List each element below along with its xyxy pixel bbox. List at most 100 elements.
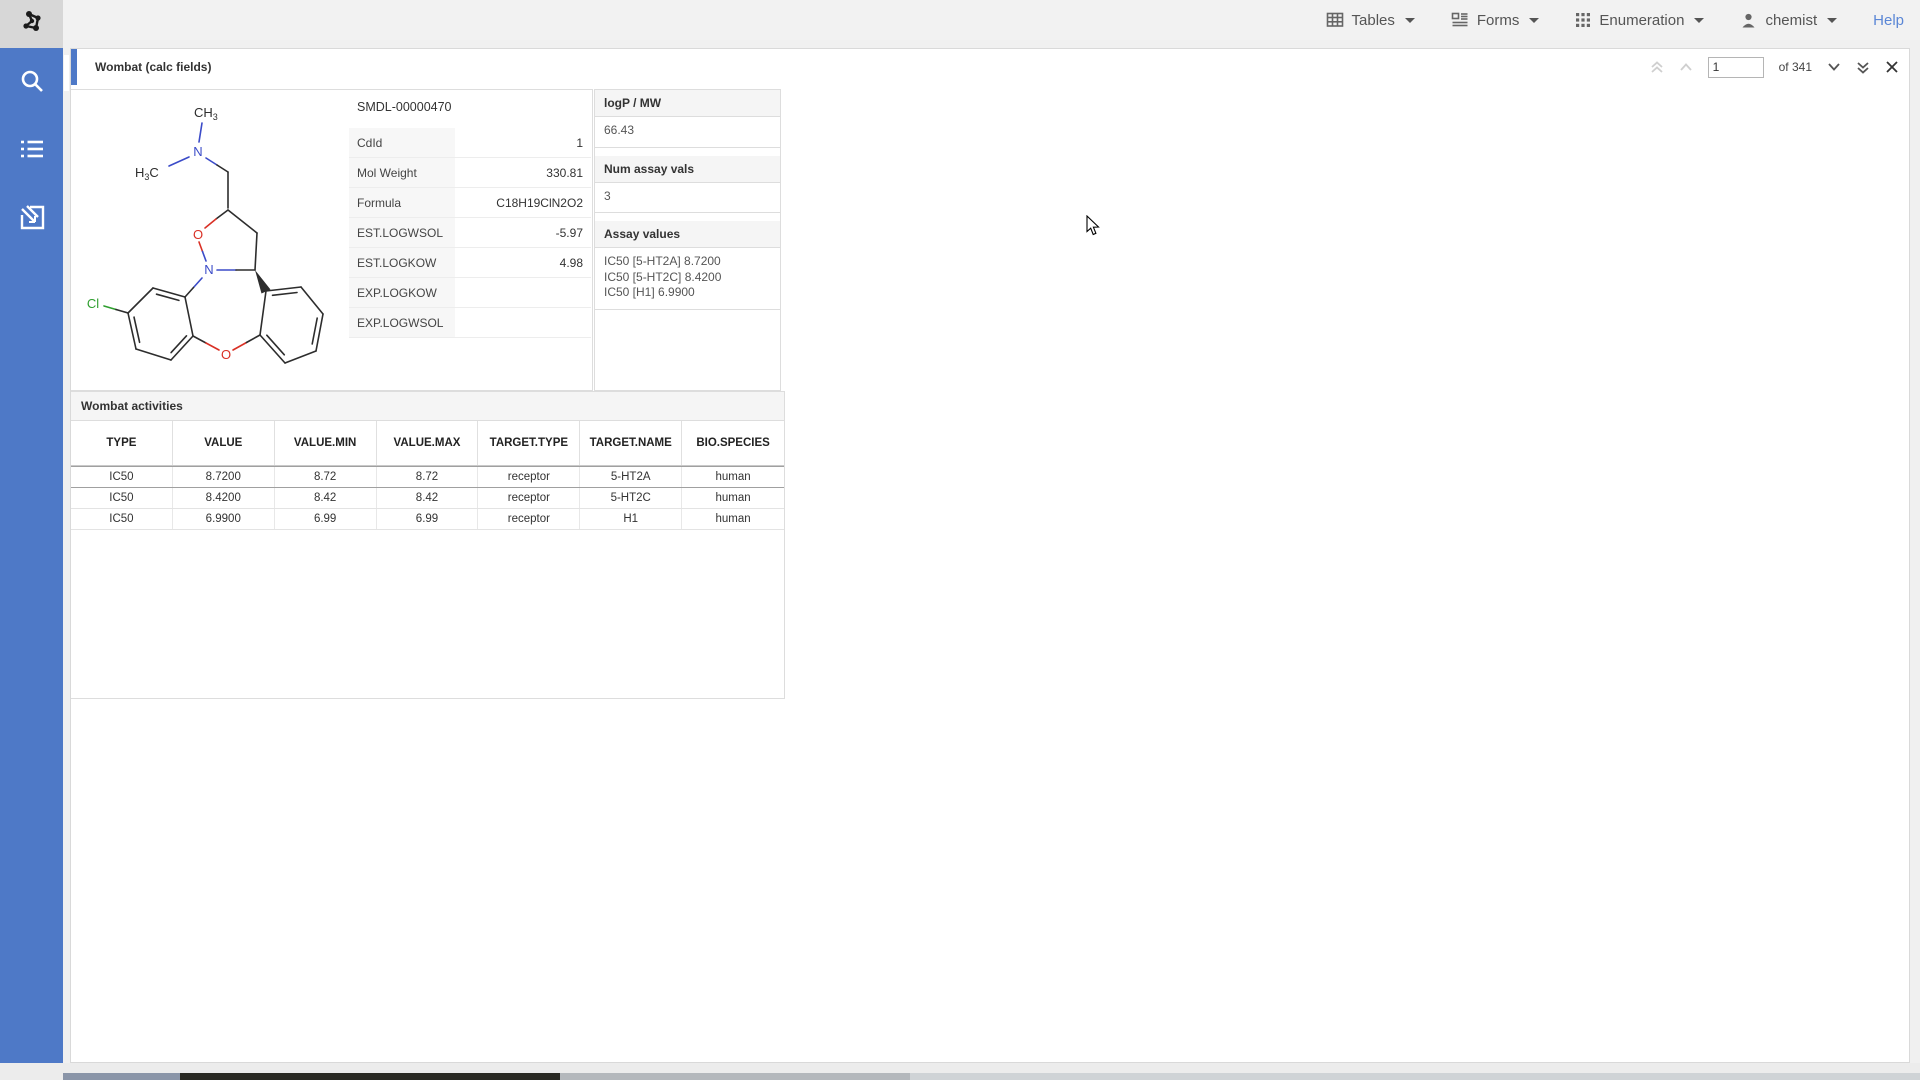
help-link[interactable]: Help	[1873, 12, 1904, 29]
menu-forms[interactable]: Forms	[1451, 11, 1540, 29]
field-value: C18H19ClN2O2	[455, 188, 591, 217]
export-icon[interactable]	[17, 202, 47, 232]
field-value	[455, 278, 591, 307]
cell-value: 6.9900	[173, 509, 275, 529]
structure-and-fields-box: CH3 H3C N O N O Cl SMDL-00000470 CdId 1 …	[71, 89, 593, 391]
cell-target-name: 5-HT2C	[580, 488, 682, 508]
atom-label-o-ring: O	[193, 227, 203, 242]
table-row[interactable]: IC50 8.7200 8.72 8.72 receptor 5-HT2A hu…	[71, 466, 784, 488]
calc-section-value: 66.43	[595, 117, 780, 148]
assay-value-line: IC50 [5-HT2A] 8.7200	[604, 254, 771, 270]
field-label: EST.LOGKOW	[349, 248, 455, 277]
field-row: EXP.LOGKOW	[349, 278, 591, 308]
chevron-down-icon	[1827, 18, 1837, 23]
first-record-button[interactable]	[1650, 61, 1664, 74]
atom-label-n-amine: N	[193, 144, 202, 159]
activities-box: Wombat activities TYPE VALUE VALUE.MIN V…	[71, 391, 785, 699]
calc-section-title: logP / MW	[595, 90, 780, 117]
field-label: EXP.LOGWSOL	[349, 308, 455, 337]
field-label: Mol Weight	[349, 158, 455, 187]
cell-value: 8.4200	[173, 488, 275, 508]
calc-section-assay-values: Assay values IC50 [5-HT2A] 8.7200 IC50 […	[595, 221, 780, 310]
close-icon[interactable]	[1885, 60, 1899, 74]
record-total-label: of 341	[1779, 60, 1812, 74]
cell-value-max: 6.99	[377, 509, 479, 529]
form-title: Wombat (calc fields)	[95, 60, 211, 74]
record-number-input[interactable]	[1708, 57, 1764, 78]
calc-fields-box: logP / MW 66.43 Num assay vals 3 Assay v…	[594, 89, 781, 391]
chevron-down-icon	[1694, 18, 1704, 23]
column-header[interactable]: VALUE.MAX	[377, 421, 479, 465]
field-label: EXP.LOGKOW	[349, 278, 455, 307]
cell-bio-species: human	[682, 509, 784, 529]
atom-label-ch3: CH3	[194, 105, 218, 122]
calc-section-logp-mw: logP / MW 66.43	[595, 90, 780, 148]
mouse-cursor	[1086, 215, 1100, 241]
column-header[interactable]: VALUE.MIN	[275, 421, 377, 465]
assay-value-line: IC50 [H1] 6.9900	[604, 285, 771, 301]
cell-type: IC50	[71, 509, 173, 529]
table-row[interactable]: IC50 6.9900 6.99 6.99 receptor H1 human	[71, 509, 784, 530]
atom-label-cl: Cl	[87, 296, 99, 311]
record-fields: SMDL-00000470 CdId 1 Mol Weight 330.81 F…	[349, 90, 591, 338]
left-sidebar	[0, 48, 63, 1076]
field-label: Formula	[349, 188, 455, 217]
table-row[interactable]: IC50 8.4200 8.42 8.42 receptor 5-HT2C hu…	[71, 488, 784, 509]
field-label: EST.LOGWSOL	[349, 218, 455, 247]
cell-value-min: 8.72	[275, 467, 377, 487]
field-value: -5.97	[455, 218, 591, 247]
field-row: EST.LOGKOW 4.98	[349, 248, 591, 278]
menu-enumeration[interactable]: Enumeration	[1575, 12, 1704, 29]
menu-tables[interactable]: Tables	[1326, 11, 1415, 29]
field-row: EXP.LOGWSOL	[349, 308, 591, 338]
atom-label-h3c: H3C	[135, 165, 159, 182]
cell-value-max: 8.72	[377, 467, 479, 487]
user-menu[interactable]: chemist	[1740, 12, 1837, 29]
form-panel: Wombat (calc fields) of 341	[70, 48, 1910, 1063]
cell-bio-species: human	[682, 467, 784, 487]
next-record-button[interactable]	[1827, 62, 1841, 72]
molecule-network-logo-icon	[15, 5, 49, 44]
user-name-label: chemist	[1765, 12, 1817, 29]
atom-label-o-bridge: O	[221, 347, 231, 362]
activities-title: Wombat activities	[71, 392, 784, 421]
column-header[interactable]: BIO.SPECIES	[682, 421, 784, 465]
taskbar-sliver	[560, 1073, 910, 1080]
record-pager: of 341	[1650, 49, 1899, 85]
cell-type: IC50	[71, 467, 173, 487]
form-content: CH3 H3C N O N O Cl SMDL-00000470 CdId 1 …	[71, 85, 1909, 1062]
field-row: CdId 1	[349, 128, 591, 158]
calc-section-title: Assay values	[595, 221, 780, 248]
atom-label-n-ring: N	[204, 262, 213, 277]
form-header: Wombat (calc fields) of 341	[71, 49, 1909, 85]
field-value	[455, 308, 591, 337]
cell-type: IC50	[71, 488, 173, 508]
field-row: EST.LOGWSOL -5.97	[349, 218, 591, 248]
column-header[interactable]: VALUE	[173, 421, 275, 465]
cell-value-max: 8.42	[377, 488, 479, 508]
calc-section-title: Num assay vals	[595, 156, 780, 183]
field-value: 4.98	[455, 248, 591, 277]
menu-tables-label: Tables	[1352, 12, 1395, 29]
last-record-button[interactable]	[1856, 61, 1870, 74]
cell-target-name: 5-HT2A	[580, 467, 682, 487]
column-header[interactable]: TARGET.NAME	[580, 421, 682, 465]
cell-target-name: H1	[580, 509, 682, 529]
column-header[interactable]: TARGET.TYPE	[478, 421, 580, 465]
enumeration-icon	[1575, 12, 1591, 28]
field-label: CdId	[349, 128, 455, 157]
scrollbar-thumb[interactable]	[64, 55, 69, 91]
previous-record-button[interactable]	[1679, 62, 1693, 72]
search-icon[interactable]	[17, 66, 47, 96]
forms-icon	[1451, 11, 1469, 29]
app-logo[interactable]	[0, 0, 63, 48]
form-accent-bar	[71, 49, 77, 85]
field-value: 330.81	[455, 158, 591, 187]
list-icon[interactable]	[17, 134, 47, 164]
sidebar-gap	[63, 40, 70, 1080]
chevron-down-icon	[1405, 18, 1415, 23]
activities-header-row: TYPE VALUE VALUE.MIN VALUE.MAX TARGET.TY…	[71, 421, 784, 466]
molecule-structure: CH3 H3C N O N O Cl	[73, 90, 351, 388]
column-header[interactable]: TYPE	[71, 421, 173, 465]
cell-target-type: receptor	[478, 509, 580, 529]
